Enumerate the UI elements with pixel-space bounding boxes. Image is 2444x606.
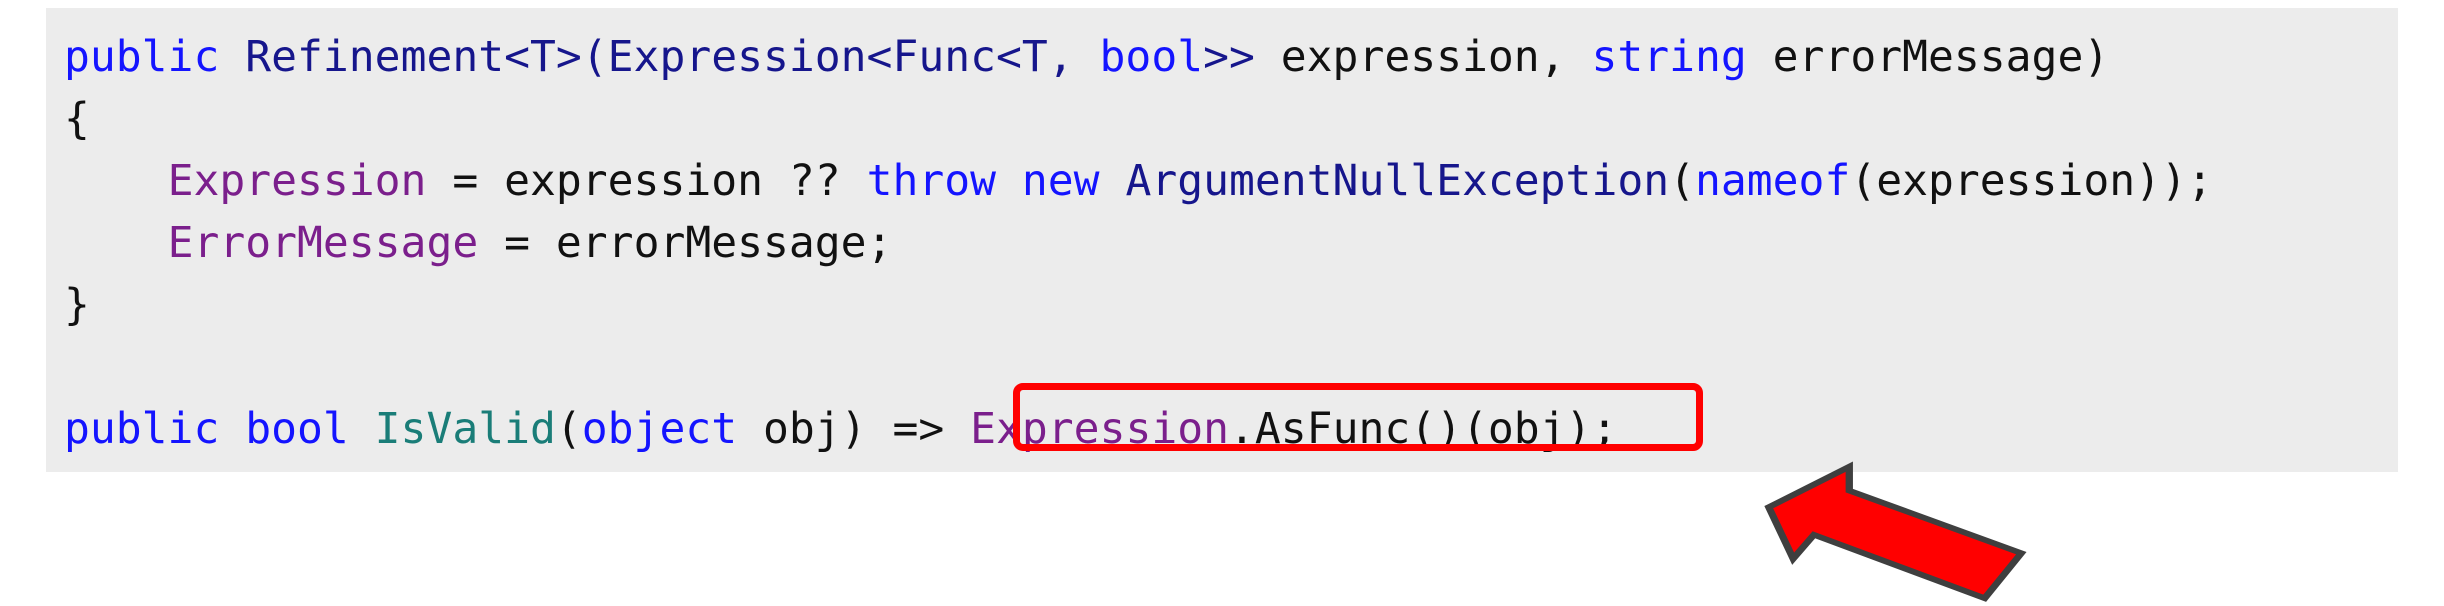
code-token: string <box>1591 32 1747 82</box>
code-line: } <box>64 274 2398 336</box>
code-token: ArgumentNullException <box>1125 156 1670 206</box>
code-token: = expression ?? <box>426 156 867 206</box>
code-token: ( <box>555 404 582 454</box>
code-line: Expression = expression ?? throw new Arg… <box>64 150 2398 212</box>
code-line: { <box>64 88 2398 150</box>
code-token: (expression)); <box>1850 156 2213 206</box>
code-token: .AsFunc()(obj); <box>1229 404 1618 454</box>
code-token: throw new <box>866 156 1100 206</box>
code-token: Refinement<T>(Expression<Func<T, <box>245 32 1074 82</box>
code-token: ( <box>1669 156 1695 206</box>
code-token: object <box>581 404 738 454</box>
code-token: Expression <box>167 156 427 206</box>
code-lines-container: public Refinement<T>(Expression<Func<T, … <box>64 26 2398 460</box>
code-line: public bool IsValid(object obj) => Expre… <box>64 398 2398 460</box>
code-token: } <box>64 280 90 330</box>
code-block[interactable]: public Refinement<T>(Expression<Func<T, … <box>46 8 2398 472</box>
code-token: { <box>64 94 90 144</box>
code-token: IsValid <box>374 404 556 454</box>
code-token: = errorMessage; <box>478 218 893 268</box>
code-token: bool <box>1099 32 1204 82</box>
red-arrow-icon <box>1735 455 2065 602</box>
code-token: nameof <box>1695 156 1851 206</box>
code-line: public Refinement<T>(Expression<Func<T, … <box>64 26 2398 88</box>
code-token: expression, <box>1254 32 1592 82</box>
code-token: public bool <box>64 404 349 454</box>
code-token: Expression <box>970 404 1230 454</box>
code-token: obj) => <box>737 404 971 454</box>
code-line: ErrorMessage = errorMessage; <box>64 212 2398 274</box>
code-token: ErrorMessage <box>167 218 479 268</box>
code-token: >> <box>1203 32 1255 82</box>
code-token: public <box>64 32 220 82</box>
code-token: errorMessage) <box>1746 32 2110 82</box>
